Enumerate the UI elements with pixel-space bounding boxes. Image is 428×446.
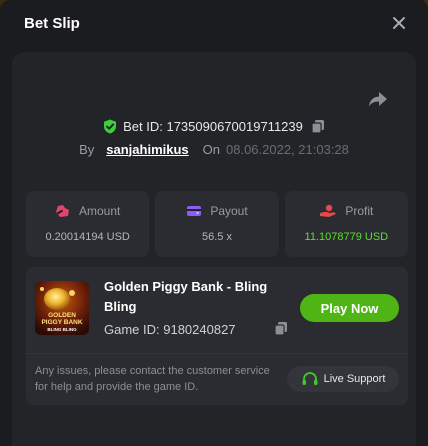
shield-check-icon	[104, 119, 117, 133]
stat-profit: Profit 11.1078779 USD	[284, 191, 408, 257]
wallet-icon	[187, 206, 202, 216]
game-card: GOLDEN PIGGY BANK BLING BLING Golden Pig…	[26, 267, 408, 405]
thumb-title-1: GOLDEN	[48, 312, 76, 319]
game-id: Game ID: 9180240827	[104, 322, 236, 337]
bettor-row: By sanjahimikus On 08.06.2022, 21:03:28	[0, 141, 428, 157]
bet-stats: Amount 0.20014194 USD Payout 56.5 x Prof…	[26, 191, 408, 257]
live-support-button[interactable]: Live Support	[287, 366, 399, 392]
thumb-title-2: PIGGY BANK	[41, 319, 82, 326]
stat-payout: Payout 56.5 x	[155, 191, 279, 257]
close-button[interactable]	[390, 14, 408, 32]
live-support-label: Live Support	[323, 373, 386, 385]
close-icon	[393, 17, 405, 29]
stat-payout-label: Payout	[210, 204, 248, 218]
game-thumbnail[interactable]: GOLDEN PIGGY BANK BLING BLING	[35, 281, 89, 335]
stat-amount-value: 0.20014194 USD	[45, 231, 130, 243]
bet-id: Bet ID: 1735090670019711239	[123, 118, 303, 134]
card-divider	[26, 353, 408, 354]
stat-profit-value: 11.1078779 USD	[304, 231, 389, 243]
hand-money-icon	[320, 204, 337, 217]
play-now-button[interactable]: Play Now	[300, 294, 399, 322]
stat-amount: Amount 0.20014194 USD	[26, 191, 150, 257]
thumb-title-3: BLING BLING	[47, 327, 77, 332]
modal-title: Bet Slip	[24, 15, 80, 32]
share-icon	[369, 92, 387, 107]
game-thumbnail-art: GOLDEN PIGGY BANK BLING BLING	[35, 281, 89, 335]
copy-game-id-icon[interactable]	[274, 321, 288, 336]
stat-payout-value: 56.5 x	[202, 231, 232, 243]
support-notice: Any issues, please contact the customer …	[35, 365, 270, 393]
game-title[interactable]: Golden Piggy Bank - Bling Bling	[104, 277, 294, 317]
username-link[interactable]: sanjahimikus	[106, 142, 188, 157]
on-label: On	[202, 141, 220, 157]
copy-bet-id-icon[interactable]	[311, 119, 325, 134]
bet-id-row: Bet ID: 1735090670019711239	[0, 117, 428, 135]
share-button[interactable]	[368, 90, 388, 108]
bet-date: 08.06.2022, 21:03:28	[226, 141, 349, 157]
bet-slip-modal: Bet Slip Bet ID: 1735090670019711239 By …	[0, 0, 428, 446]
by-label: By	[79, 141, 95, 157]
stat-profit-label: Profit	[345, 204, 374, 218]
headset-icon	[302, 372, 318, 385]
stat-amount-label: Amount	[78, 204, 121, 218]
modal-header: Bet Slip	[0, 0, 428, 48]
money-bag-icon	[55, 205, 69, 217]
